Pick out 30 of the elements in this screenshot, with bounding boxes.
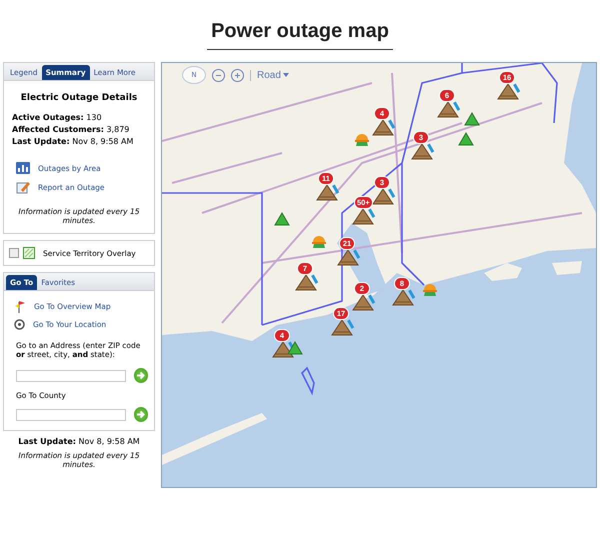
outage-stat: Active Outages: 130 [12, 113, 103, 122]
map-type-dropdown[interactable]: Road [250, 70, 295, 80]
overlay-checkbox[interactable] [9, 248, 19, 258]
hatched-square-icon [23, 247, 35, 259]
target-icon [14, 319, 25, 330]
go-button[interactable] [134, 407, 148, 422]
triangle-icon[interactable] [287, 341, 303, 355]
page-title: Power outage map [207, 20, 393, 50]
county-input[interactable] [16, 408, 126, 420]
outage-stat: Affected Customers: 3,879 [12, 125, 130, 134]
triangle-icon[interactable] [274, 212, 290, 226]
last-update-text: Last Update: Nov 8, 9:58 AM [18, 437, 140, 446]
hard-hat-icon[interactable] [422, 281, 438, 297]
plus-icon [234, 72, 241, 78]
pins-icon [14, 300, 26, 313]
chart-icon [16, 162, 30, 174]
arrow-right-icon [136, 410, 146, 419]
triangle-icon[interactable] [464, 112, 480, 126]
hard-hat-icon[interactable] [311, 233, 327, 249]
outage-stat: Last Update: Nov 8, 9:58 AM [12, 137, 134, 146]
go-button[interactable] [134, 368, 148, 383]
hard-hat-icon[interactable] [354, 131, 370, 147]
pencil-note-icon [16, 180, 30, 194]
caret-icon [282, 73, 289, 77]
zoom-out-button[interactable] [212, 68, 225, 82]
address-input[interactable] [16, 370, 126, 382]
triangle-icon[interactable] [458, 132, 474, 146]
panel-heading: Electric Outage Details [20, 93, 138, 103]
arrow-right-icon [136, 371, 146, 380]
zoom-in-button[interactable] [231, 68, 244, 82]
